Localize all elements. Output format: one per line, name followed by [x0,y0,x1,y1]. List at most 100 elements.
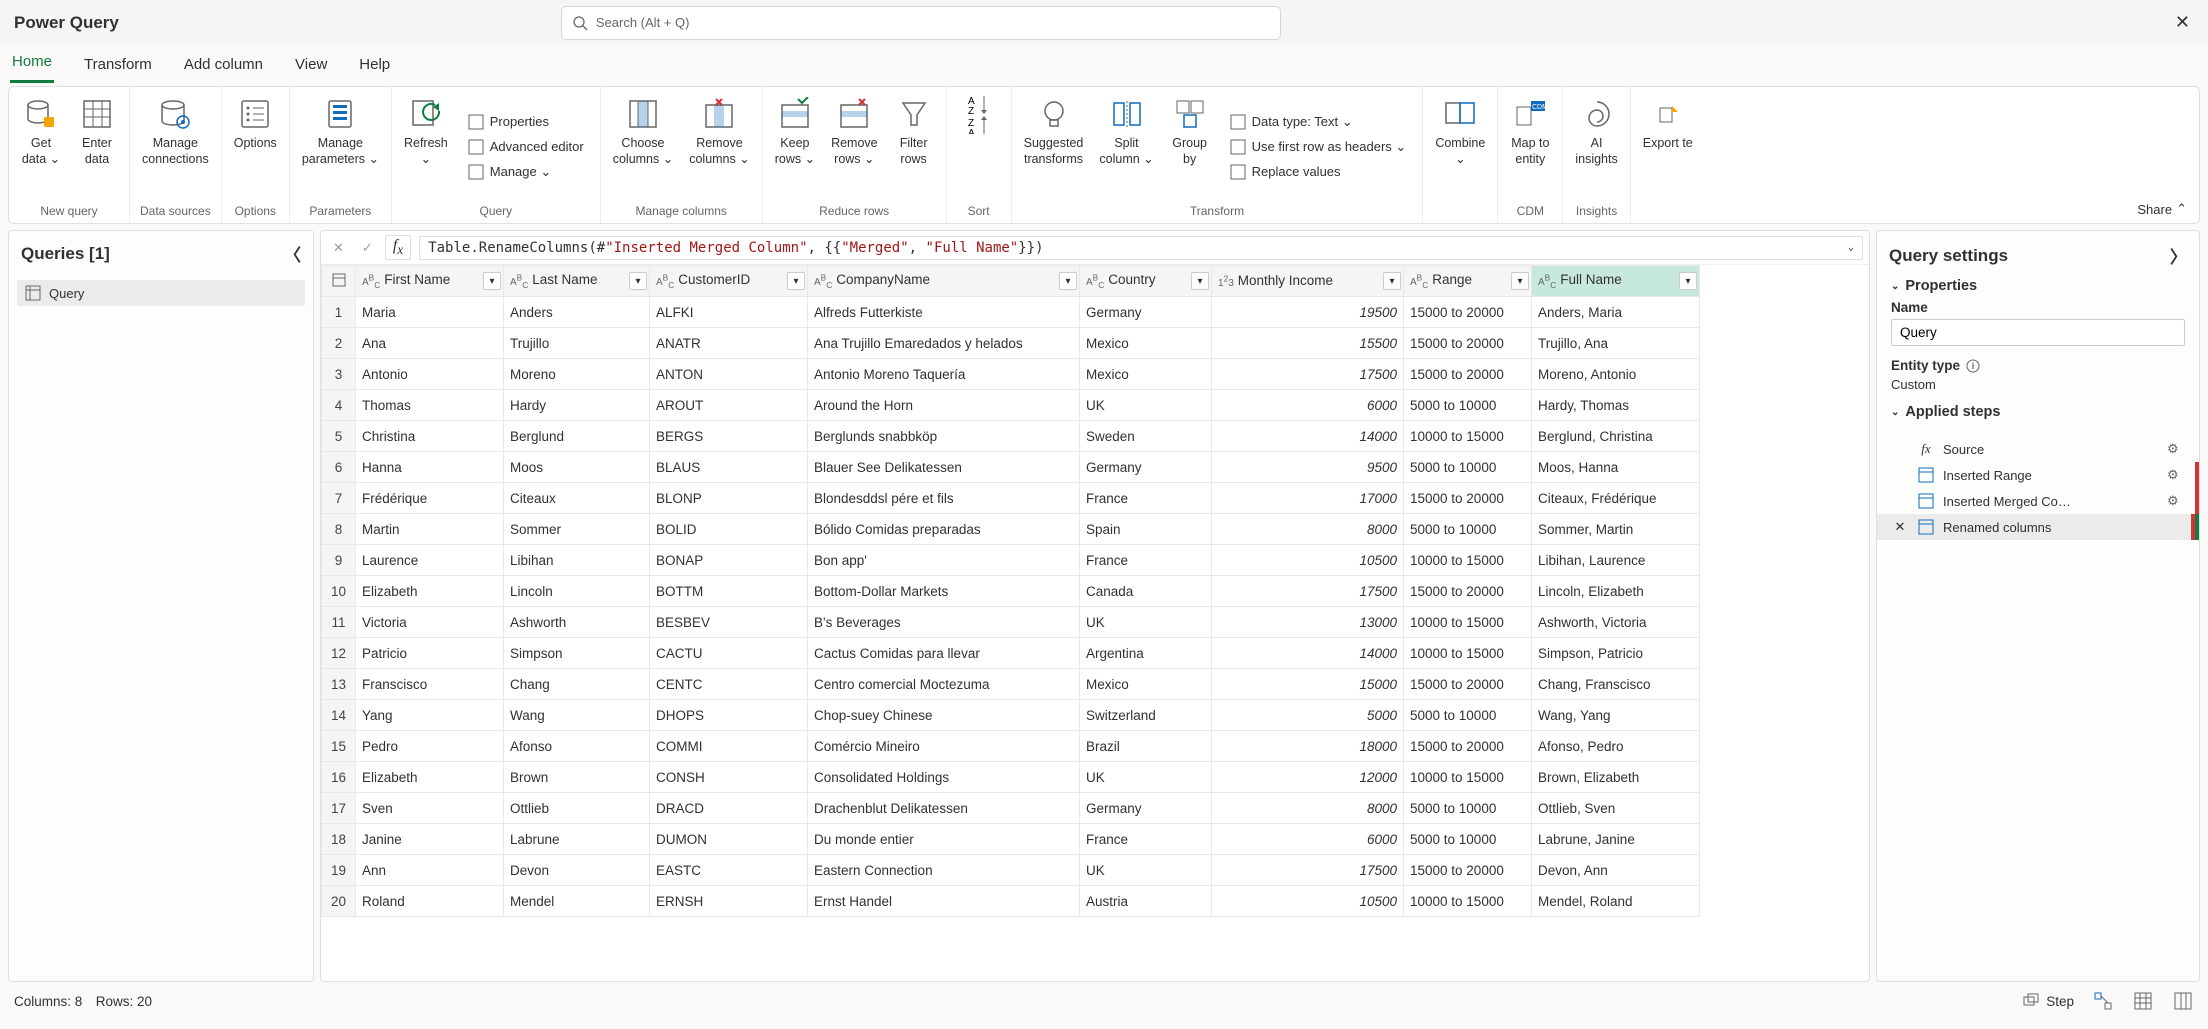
ribbon-use-first-row-as-headers-[interactable]: Use first row as headers ⌄ [1226,136,1411,158]
row-number[interactable]: 9 [322,545,356,576]
cell[interactable]: Sommer [504,514,650,545]
cell[interactable]: Brazil [1080,731,1212,762]
cell[interactable]: 10000 to 15000 [1404,886,1532,917]
cell[interactable]: Around the Horn [808,390,1080,421]
cell[interactable]: Germany [1080,793,1212,824]
search-input[interactable]: Search (Alt + Q) [561,6,1281,40]
ribbon-split[interactable]: Splitcolumn ⌄ [1093,91,1159,202]
cell[interactable]: 6000 [1212,824,1404,855]
ribbon-suggested[interactable]: Suggestedtransforms [1018,91,1090,202]
cell[interactable]: 9500 [1212,452,1404,483]
cell[interactable]: Wang, Yang [1532,700,1700,731]
ribbon-get[interactable]: Getdata ⌄ [15,91,67,202]
query-name-input[interactable] [1891,319,2185,346]
filter-icon[interactable]: ▾ [1191,272,1209,290]
cell[interactable]: UK [1080,390,1212,421]
cell[interactable]: Berglund [504,421,650,452]
collapse-queries-icon[interactable]: 〈 [284,241,301,266]
cell[interactable]: France [1080,545,1212,576]
cell[interactable]: 5000 to 10000 [1404,824,1532,855]
cell[interactable]: ALFKI [650,297,808,328]
column-header-last-name[interactable]: ABCLast Name▾ [504,266,650,297]
cell[interactable]: Elizabeth [356,576,504,607]
cell[interactable]: Labrune [504,824,650,855]
row-number[interactable]: 14 [322,700,356,731]
cell[interactable]: 15000 to 20000 [1404,669,1532,700]
row-number[interactable]: 13 [322,669,356,700]
cell[interactable]: BONAP [650,545,808,576]
cell[interactable]: 14000 [1212,638,1404,669]
cell[interactable]: 10000 to 15000 [1404,545,1532,576]
cell[interactable]: ERNSH [650,886,808,917]
cell[interactable]: Ana [356,328,504,359]
cell[interactable]: Du monde entier [808,824,1080,855]
ribbon-manage[interactable]: Manageconnections [136,91,215,202]
fx-icon[interactable]: fx [385,235,411,260]
ribbon-replace-values[interactable]: Replace values [1226,161,1411,183]
ribbon-refresh[interactable]: Refresh⌄ [398,91,454,202]
cell[interactable]: Ashworth, Victoria [1532,607,1700,638]
cell[interactable]: Blauer See Delikatessen [808,452,1080,483]
cell[interactable]: 19500 [1212,297,1404,328]
cell[interactable]: 5000 to 10000 [1404,452,1532,483]
filter-icon[interactable]: ▾ [1059,272,1077,290]
cell[interactable]: Drachenblut Delikatessen [808,793,1080,824]
cell[interactable]: Sweden [1080,421,1212,452]
accept-formula-icon[interactable]: ✓ [358,240,377,256]
cell[interactable]: DHOPS [650,700,808,731]
cell[interactable]: BLONP [650,483,808,514]
cell[interactable]: CONSH [650,762,808,793]
applied-steps-heading[interactable]: ⌄Applied steps [1891,404,2185,420]
step-renamed-columns[interactable]: ✕Renamed columns [1877,514,2199,540]
cell[interactable]: Berglunds snabbköp [808,421,1080,452]
cell[interactable]: CENTC [650,669,808,700]
cell[interactable]: BLAUS [650,452,808,483]
row-number[interactable]: 7 [322,483,356,514]
filter-icon[interactable]: ▾ [1511,272,1529,290]
cell[interactable]: BERGS [650,421,808,452]
cell[interactable]: AROUT [650,390,808,421]
cell[interactable]: Libihan [504,545,650,576]
cell[interactable]: Citeaux, Frédérique [1532,483,1700,514]
row-number[interactable]: 2 [322,328,356,359]
cell[interactable]: Mexico [1080,359,1212,390]
cell[interactable]: Devon [504,855,650,886]
cell[interactable]: Moreno, Antonio [1532,359,1700,390]
ribbon-choose[interactable]: Choosecolumns ⌄ [607,91,680,202]
cell[interactable]: Hardy [504,390,650,421]
menu-view[interactable]: View [293,50,329,83]
cell[interactable]: 10500 [1212,545,1404,576]
cell[interactable]: 5000 to 10000 [1404,514,1532,545]
cell[interactable]: BOLID [650,514,808,545]
cell[interactable]: 17500 [1212,855,1404,886]
cell[interactable]: BOTTM [650,576,808,607]
cell[interactable]: Yang [356,700,504,731]
cell[interactable]: 15000 [1212,669,1404,700]
row-number[interactable]: 8 [322,514,356,545]
properties-heading[interactable]: ⌄Properties [1891,278,2185,294]
gear-icon[interactable]: ⚙ [2167,493,2185,509]
cell[interactable]: Chang, Franscisco [1532,669,1700,700]
cell[interactable]: Martin [356,514,504,545]
cell[interactable]: Mexico [1080,669,1212,700]
row-number[interactable]: 10 [322,576,356,607]
cell[interactable]: Afonso [504,731,650,762]
gear-icon[interactable]: ⚙ [2167,467,2185,483]
ribbon-map-to[interactable]: CDMMap toentity [1504,91,1556,202]
cell[interactable]: Moos [504,452,650,483]
cell[interactable]: Mexico [1080,328,1212,359]
cell[interactable]: Argentina [1080,638,1212,669]
cell[interactable]: 10000 to 15000 [1404,607,1532,638]
cell[interactable]: DRACD [650,793,808,824]
filter-icon[interactable]: ▾ [787,272,805,290]
cell[interactable]: Canada [1080,576,1212,607]
share-button[interactable]: Share ⌃ [2137,201,2187,217]
cell[interactable]: EASTC [650,855,808,886]
row-number[interactable]: 1 [322,297,356,328]
cell[interactable]: Mendel, Roland [1532,886,1700,917]
menu-home[interactable]: Home [10,47,54,83]
ribbon-remove[interactable]: Removecolumns ⌄ [683,91,756,202]
ribbon-group[interactable]: Groupby [1164,91,1216,202]
cell[interactable]: Spain [1080,514,1212,545]
row-number[interactable]: 11 [322,607,356,638]
